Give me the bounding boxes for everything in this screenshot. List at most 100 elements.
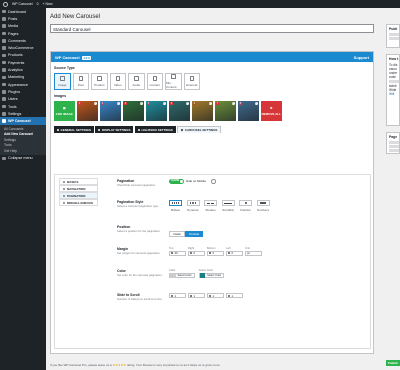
remove-image-icon[interactable]: × xyxy=(254,101,258,105)
margin-top-input[interactable]: 40 xyxy=(169,250,186,256)
source-external[interactable]: External xyxy=(183,73,200,90)
scroll-tablet-input[interactable]: 1 xyxy=(207,293,224,298)
support-link[interactable]: Support xyxy=(354,55,369,60)
pagination-toggle[interactable]: SHOW xyxy=(169,179,184,184)
menu-posts[interactable]: Posts xyxy=(0,15,46,22)
position-inside[interactable]: Inside xyxy=(169,231,186,237)
gallery-image[interactable]: 7 × xyxy=(215,100,236,121)
remove-image-icon[interactable]: × xyxy=(162,101,166,105)
remove-image-icon[interactable]: × xyxy=(208,101,212,105)
display-icon xyxy=(98,128,101,131)
style-fraction[interactable]: Fraction xyxy=(239,200,252,212)
menu-comments[interactable]: Comments xyxy=(0,37,46,44)
remove-image-icon[interactable]: × xyxy=(185,101,189,105)
subnav-miscellaneous[interactable]: MISCELLANEOUS xyxy=(59,199,98,206)
subnav-navigation[interactable]: NAVIGATION xyxy=(59,185,98,192)
carousel-title-input[interactable]: Standard Carousel xyxy=(50,24,374,33)
tab-general-settings[interactable]: GENERAL SETTINGS xyxy=(54,126,94,133)
margin-right-label: Right xyxy=(188,247,195,250)
menu-settings[interactable]: Settings xyxy=(0,110,46,117)
source-video[interactable]: Video xyxy=(109,73,126,90)
source-section: Source Type Image Post Product Video Aud… xyxy=(51,62,373,133)
tab-display-settings[interactable]: DISPLAY SETTINGS xyxy=(95,126,134,133)
menu-woocommerce[interactable]: WooCommerce xyxy=(0,44,46,51)
audio-icon xyxy=(134,76,139,81)
hide-on-mobile-label: Hide on Mobile xyxy=(186,179,207,184)
margin-unit-select[interactable]: px xyxy=(245,250,262,256)
media-icon xyxy=(2,24,6,28)
source-mix-content[interactable]: Mix-Content xyxy=(165,73,182,90)
margin-inputs: Top 40 Right 0 Bottom 0 Left 0 Unit px xyxy=(169,247,262,256)
page-heading: Page xyxy=(389,135,398,139)
style-strokes[interactable]: Strokes xyxy=(204,200,217,212)
subnav-pagination[interactable]: PAGINATION xyxy=(59,192,98,199)
margin-right-input[interactable]: 0 xyxy=(188,250,205,256)
margin-bottom-input[interactable]: 0 xyxy=(207,250,224,256)
rating-stars-link[interactable]: ★★★★★ xyxy=(113,363,126,367)
active-color-picker[interactable]: Select Color xyxy=(198,272,225,279)
carousel-settings-body: BASICS NAVIGATION PAGINATION MISCELLANEO… xyxy=(54,174,371,349)
source-post[interactable]: Post xyxy=(72,73,89,90)
position-options: Inside Outside xyxy=(169,231,204,237)
margin-field: Margin Set margin for carousel paginatio… xyxy=(117,247,367,269)
scroll-laptop-input[interactable]: 1 xyxy=(188,293,205,298)
color-picker[interactable]: Select Color xyxy=(169,272,195,279)
comments-count[interactable]: 0 xyxy=(37,2,39,6)
gallery-image[interactable]: 6 × xyxy=(192,100,213,121)
source-product[interactable]: Product xyxy=(91,73,108,90)
menu-marketing[interactable]: Marketing xyxy=(0,74,46,81)
menu-tools[interactable]: Tools xyxy=(0,103,46,110)
style-numbers[interactable]: Numbers xyxy=(256,200,270,212)
gallery-image[interactable]: 8 × xyxy=(238,100,259,121)
tab-carousel-settings[interactable]: CAROUSEL SETTINGS xyxy=(177,126,222,133)
source-image[interactable]: Image xyxy=(54,73,71,90)
menu-media[interactable]: Media xyxy=(0,23,46,30)
scroll-mobile-input[interactable]: 1 xyxy=(226,293,243,298)
menu-users[interactable]: Users xyxy=(0,96,46,103)
menu-payments[interactable]: Payments xyxy=(0,59,46,66)
collapse-menu-button[interactable]: Collapse menu xyxy=(0,155,46,162)
gallery-image[interactable]: 1 × xyxy=(77,100,98,121)
remove-image-icon[interactable]: × xyxy=(231,101,235,105)
remove-image-icon[interactable]: × xyxy=(139,101,143,105)
gallery-image[interactable]: 5 × xyxy=(169,100,190,121)
source-type-label: Source Type xyxy=(54,66,75,70)
how-to-link[interactable]: Wilt xyxy=(389,92,397,96)
remove-image-icon[interactable]: × xyxy=(93,101,97,105)
users-icon xyxy=(2,97,6,101)
plugins-icon xyxy=(2,90,6,94)
source-content[interactable]: Content xyxy=(146,73,163,90)
new-content-link[interactable]: + New xyxy=(43,2,53,6)
pagination-help: Show/hide carousel pagination. xyxy=(117,182,156,187)
menu-pages[interactable]: Pages xyxy=(0,30,46,37)
style-scrollbar[interactable]: Scrollbar xyxy=(221,200,235,212)
menu-wp-carousel[interactable]: WP Carousel xyxy=(0,117,46,125)
hide-on-mobile-toggle[interactable] xyxy=(211,179,216,184)
pagination-style-options: Bullets Dynamic Strokes Scrollbar Fracti… xyxy=(169,200,270,212)
position-outside[interactable]: Outside xyxy=(185,231,204,237)
source-audio[interactable]: Audio xyxy=(128,73,145,90)
menu-products[interactable]: Products xyxy=(0,52,46,59)
publish-button[interactable]: Publish xyxy=(386,360,400,366)
menu-analytics[interactable]: Analytics xyxy=(0,66,46,73)
gallery-image[interactable]: 3 × xyxy=(123,100,144,121)
gallery-image[interactable]: 4 × xyxy=(146,100,167,121)
slide-to-scroll-help: Number of slide(s) to scroll at a time. xyxy=(117,296,163,301)
remove-image-icon[interactable]: × xyxy=(116,101,120,105)
submenu-get-help[interactable]: Get Help xyxy=(0,148,46,154)
add-image-button[interactable]: ▣ ADD IMAGE xyxy=(54,100,75,121)
style-bullets[interactable]: Bullets xyxy=(169,200,182,212)
menu-dashboard[interactable]: Dashboard xyxy=(0,8,46,15)
right-sidebar: Publi How t To dis carou under code side… xyxy=(386,24,400,160)
margin-left-input[interactable]: 0 xyxy=(226,250,243,256)
remove-all-button[interactable]: ✖ REMOVE ALL xyxy=(261,100,282,121)
gallery-image[interactable]: 2 × xyxy=(100,100,121,121)
subnav-basics[interactable]: BASICS xyxy=(59,178,98,185)
tab-lightbox-settings[interactable]: LIGHTBOX SETTINGS xyxy=(134,126,176,133)
style-dynamic[interactable]: Dynamic xyxy=(186,200,200,212)
wordpress-logo-icon[interactable] xyxy=(3,1,8,7)
site-name[interactable]: WP Carousel xyxy=(12,2,33,6)
menu-appearance[interactable]: Appearance xyxy=(0,81,46,88)
scroll-desktop-input[interactable]: 1 xyxy=(169,293,186,298)
menu-plugins[interactable]: Plugins xyxy=(0,88,46,95)
